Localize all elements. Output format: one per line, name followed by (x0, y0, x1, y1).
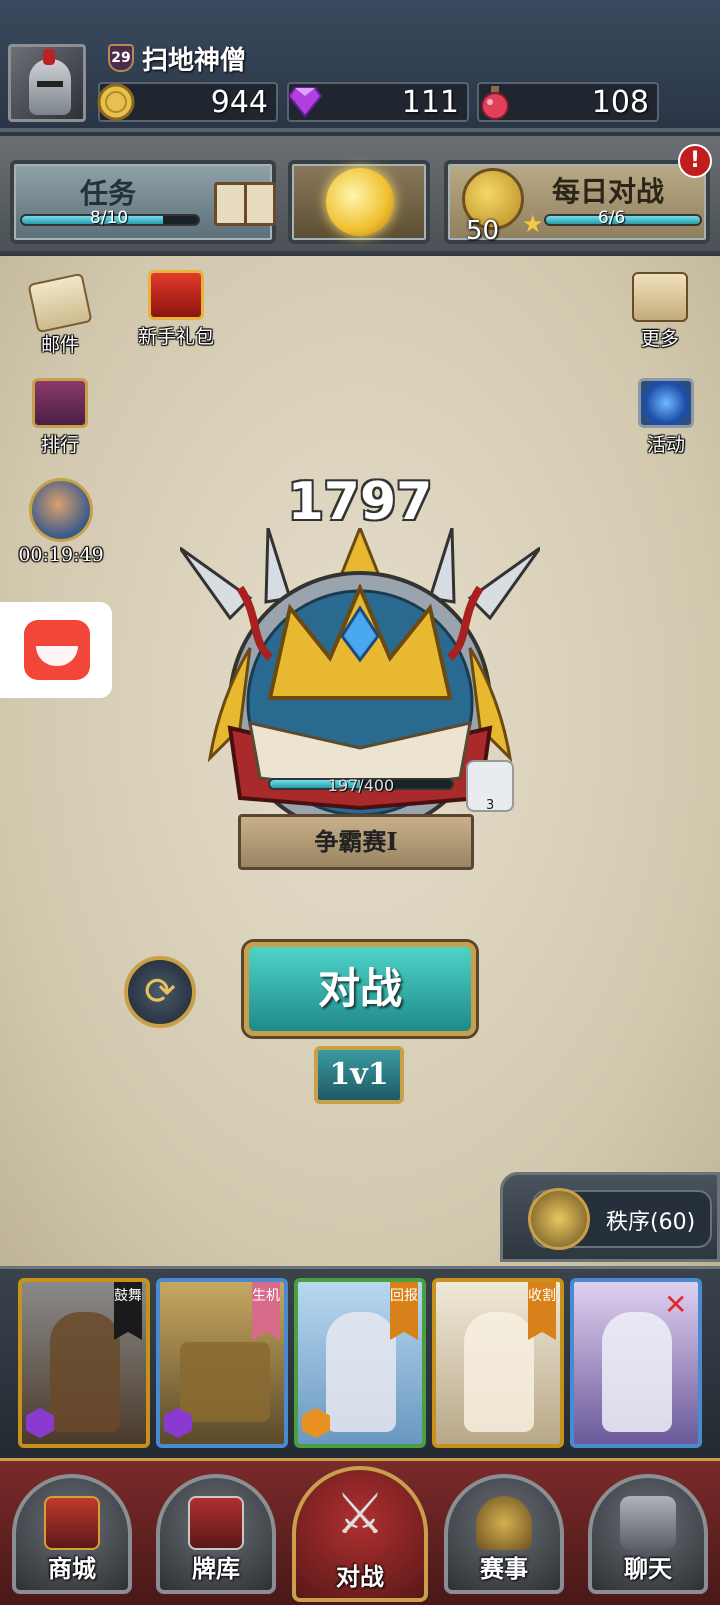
daily-coin-count: 50 (466, 216, 500, 246)
alert-badge: ! (678, 144, 712, 178)
gem-counter[interactable]: 111 (287, 82, 469, 122)
rank-progress-label: 197/400 (327, 776, 395, 795)
potion-flask-icon (481, 86, 509, 120)
deck-card-golden-chariot[interactable]: 生机 (156, 1278, 288, 1448)
envelope-icon (27, 272, 93, 334)
portal-icon (638, 378, 694, 428)
hero-timer-label: 00:19:49 (18, 544, 104, 566)
scarecrow-art (50, 1312, 120, 1432)
battle-button[interactable]: 对战 (244, 942, 476, 1036)
daily-battle-panel[interactable]: 50 每日对战 ★ 6/6 (444, 160, 710, 246)
gauntlet-icon (620, 1496, 676, 1550)
purple-gem-icon (287, 87, 323, 118)
nav-deck[interactable]: 牌库 (156, 1474, 276, 1594)
task-title: 任务 (80, 177, 137, 210)
card-tag: 回报 (390, 1282, 418, 1340)
mode-label: 1v1 (329, 1057, 389, 1092)
season-reward-count: 3 (486, 798, 495, 813)
refresh-icon: ⟳ (144, 969, 176, 1013)
nav-tournament-label: 赛事 (480, 1554, 528, 1583)
task-progress-label: 8/10 (90, 208, 129, 228)
order-emblem-icon (528, 1188, 590, 1250)
nav-battle-label: 对战 (336, 1562, 384, 1591)
deck-card-sorcerer[interactable]: ✕ (570, 1278, 702, 1448)
golden-chariot-art (180, 1342, 270, 1422)
treasure-chest-icon (44, 1496, 100, 1550)
gold-value: 944 (210, 85, 268, 120)
gold-counter[interactable]: 944 (97, 82, 278, 122)
refresh-button[interactable]: ⟳ (124, 956, 196, 1028)
gift-box-icon (148, 270, 204, 320)
angel-art (464, 1312, 534, 1432)
potion-counter[interactable]: 108 (477, 82, 659, 122)
task-panel[interactable]: 任务 8/10 (10, 160, 276, 244)
mail-label: 邮件 (40, 334, 79, 356)
newbie-gift-button[interactable]: 新手礼包 (128, 270, 224, 349)
star-icon: ★ (522, 210, 544, 238)
trophy-icon (476, 1496, 532, 1550)
faction-button[interactable]: 秩序(60) (528, 1188, 712, 1250)
nav-chat-label: 聊天 (624, 1554, 672, 1583)
activity-button[interactable]: 活动 (626, 378, 706, 457)
floating-app-widget[interactable] (0, 602, 112, 698)
knight-helmet-icon (29, 49, 71, 115)
deck-card-husky[interactable]: 回报 (294, 1278, 426, 1448)
card-tag: 鼓舞 (114, 1282, 142, 1340)
activity-label: 活动 (646, 434, 685, 456)
magnifier-scroll-icon (632, 272, 688, 322)
player-level-badge: 29 (108, 44, 134, 72)
sun-orb-button[interactable] (288, 160, 430, 244)
player-name: 扫地神僧 (142, 46, 247, 76)
daily-battle-title: 每日对战 (552, 175, 665, 208)
cards-icon (188, 1496, 244, 1550)
leaderboard-label: 排行 (40, 434, 79, 456)
book-icon (214, 182, 276, 226)
mail-button[interactable]: 邮件 (20, 272, 100, 357)
tomato-app-icon (24, 620, 90, 680)
leaderboard-button[interactable]: 排行 (20, 378, 100, 457)
daily-progress-label: 6/6 (598, 208, 626, 228)
player-avatar[interactable] (8, 44, 86, 122)
newbie-gift-label: 新手礼包 (137, 326, 214, 348)
season-reward-badge[interactable]: 3 (466, 760, 514, 813)
rank-tier-label: 争霸赛Ⅰ (314, 827, 398, 856)
nav-deck-label: 牌库 (192, 1554, 240, 1583)
nav-shop-label: 商城 (48, 1554, 96, 1583)
nav-tournament[interactable]: 赛事 (444, 1474, 564, 1594)
banner-icon (32, 378, 88, 428)
more-label: 更多 (640, 328, 679, 350)
rank-tier-ribbon: 争霸赛Ⅰ (238, 814, 474, 870)
husky-art (326, 1312, 396, 1432)
faction-label: 秩序(60) (606, 1210, 696, 1235)
mode-selector[interactable]: 1v1 (314, 1046, 404, 1104)
nav-chat[interactable]: 聊天 (588, 1474, 708, 1594)
deck-card-angel[interactable]: 收割 (432, 1278, 564, 1448)
crossed-swords-icon: ⚔ (334, 1482, 386, 1547)
gem-value: 111 (401, 85, 459, 120)
golden-orb-icon (326, 168, 394, 236)
battle-button-label: 对战 (317, 964, 402, 1013)
card-tag: 生机 (252, 1282, 280, 1340)
nav-shop[interactable]: 商城 (12, 1474, 132, 1594)
rank-score: 1797 (287, 472, 433, 532)
more-button[interactable]: 更多 (620, 272, 700, 351)
potion-value: 108 (591, 85, 649, 120)
card-tag: 收割 (528, 1282, 556, 1340)
deck-card-scarecrow[interactable]: 鼓舞 (18, 1278, 150, 1448)
gold-coin-icon (97, 83, 135, 121)
nav-battle[interactable]: ⚔ 对战 (292, 1466, 428, 1602)
sorcerer-art (602, 1312, 672, 1432)
crossed-swords-badge-icon: ✕ (664, 1288, 688, 1321)
